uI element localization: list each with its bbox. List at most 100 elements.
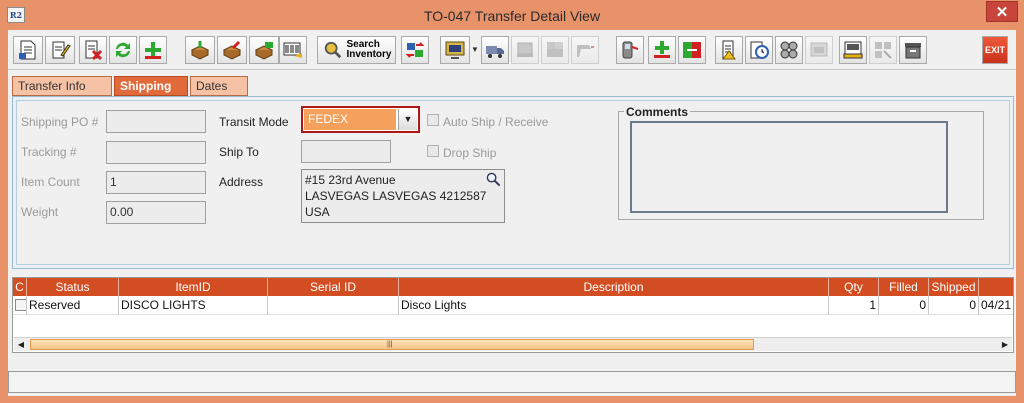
scrollbar-thumb[interactable]: ||| <box>30 339 754 350</box>
transfer-icon <box>405 42 425 58</box>
window-title: TO-047 Transfer Detail View <box>423 8 601 24</box>
exit-button[interactable]: EXIT <box>982 36 1008 64</box>
auto-ship-checkbox[interactable] <box>427 114 439 126</box>
scanner-icon <box>577 45 594 57</box>
close-button[interactable]: ✕ <box>986 1 1018 22</box>
display-dropdown-arrow[interactable]: ▼ <box>471 36 479 64</box>
print-box-button[interactable] <box>249 36 279 64</box>
column-header-filled[interactable]: Filled <box>879 278 929 296</box>
truck-button[interactable] <box>481 36 509 64</box>
column-header-status[interactable]: Status <box>27 278 119 296</box>
pallet-stack-icon <box>547 42 563 57</box>
new-document-icon <box>19 40 36 60</box>
search-inventory-icon <box>325 41 342 59</box>
column-header-qty[interactable]: Qty <box>829 278 879 296</box>
column-header-shipped[interactable]: Shipped <box>929 278 979 296</box>
drop-ship-checkbox[interactable] <box>427 145 439 157</box>
address-line-1: #15 23rd Avenue <box>305 173 396 187</box>
tab-dates[interactable]: Dates <box>190 76 248 96</box>
comments-textarea[interactable] <box>630 121 948 213</box>
grid-select-icon <box>875 42 892 59</box>
column-header-c[interactable]: C <box>13 278 27 296</box>
grid-select-button[interactable] <box>869 36 897 64</box>
items-grid: C Status ItemID Serial ID Description Qt… <box>12 277 1014 353</box>
scroll-left-icon[interactable]: ◀ <box>14 338 28 351</box>
barcode-button[interactable] <box>279 36 307 64</box>
search-icon[interactable] <box>486 172 501 187</box>
search-inventory-button[interactable]: Search Inventory <box>317 36 396 64</box>
item-count-field[interactable]: 1 <box>106 171 206 194</box>
chevron-down-icon[interactable]: ▼ <box>398 109 417 130</box>
row-checkbox-cell[interactable] <box>13 296 27 315</box>
warning-doc-icon <box>722 40 736 60</box>
row-checkbox[interactable] <box>15 299 26 311</box>
edit-document-button[interactable] <box>45 36 75 64</box>
schedule-button[interactable] <box>745 36 773 64</box>
swap-button[interactable] <box>678 36 706 64</box>
transit-mode-select[interactable]: FEDEX ▼ <box>301 106 420 133</box>
horizontal-scrollbar[interactable]: ◀ ||| ▶ <box>14 337 1012 351</box>
item-count-label: Item Count <box>21 175 80 189</box>
pallet-icon <box>517 42 533 57</box>
drop-ship-label: Drop Ship <box>443 146 497 160</box>
archive-button[interactable] <box>899 36 927 64</box>
barcode-icon <box>283 42 302 58</box>
delete-document-button[interactable] <box>79 36 107 64</box>
split-add-button[interactable] <box>648 36 676 64</box>
table-row[interactable]: Reserved DISCO LIGHTS Disco Lights 1 0 0… <box>13 296 1013 315</box>
scanner-button[interactable] <box>571 36 599 64</box>
scroll-right-icon[interactable]: ▶ <box>998 338 1012 351</box>
cell-shipped: 0 <box>929 296 979 315</box>
ship-to-field[interactable] <box>301 140 391 163</box>
title-bar: R2 TO-047 Transfer Detail View ✕ <box>0 0 1024 30</box>
comments-group: Comments <box>618 105 984 220</box>
pallet-button[interactable] <box>511 36 539 64</box>
receive-box-button[interactable] <box>185 36 215 64</box>
auto-ship-label: Auto Ship / Receive <box>443 115 549 129</box>
weight-field[interactable]: 0.00 <box>106 201 206 224</box>
address-field[interactable]: #15 23rd Avenue LASVEGAS LASVEGAS 421258… <box>301 169 505 223</box>
grid-header: C Status ItemID Serial ID Description Qt… <box>13 278 1013 296</box>
shipping-po-field[interactable] <box>106 110 206 133</box>
weight-label: Weight <box>21 205 59 219</box>
new-document-button[interactable] <box>13 36 43 64</box>
column-header-item-id[interactable]: ItemID <box>119 278 268 296</box>
search-inventory-label-2: Inventory <box>346 49 392 60</box>
truck-icon <box>486 46 504 58</box>
transfer-button[interactable] <box>401 36 429 64</box>
cell-description: Disco Lights <box>399 296 829 315</box>
warning-doc-button[interactable] <box>715 36 743 64</box>
schedule-icon <box>750 41 769 59</box>
receive-box-icon <box>190 41 210 60</box>
shipping-form: Shipping PO # Tracking # Item Count 1 We… <box>16 100 1010 265</box>
ship-to-label: Ship To <box>219 145 259 159</box>
swap-icon <box>683 42 701 58</box>
add-button[interactable] <box>139 36 167 64</box>
tab-transfer-info[interactable]: Transfer Info <box>12 76 112 96</box>
delete-document-icon <box>85 40 103 61</box>
comments-label: Comments <box>624 105 691 119</box>
column-header-overflow <box>979 278 1013 296</box>
transit-mode-label: Transit Mode <box>219 115 289 129</box>
shipping-panel: Shipping PO # Tracking # Item Count 1 We… <box>12 96 1014 269</box>
address-label: Address <box>219 175 264 189</box>
archive-icon <box>905 43 921 59</box>
shipping-po-label: Shipping PO # <box>21 115 99 129</box>
address-line-3: USA <box>305 205 330 219</box>
refresh-button[interactable] <box>109 36 137 64</box>
tracking-field[interactable] <box>106 141 206 164</box>
pallet-stack-button[interactable] <box>541 36 569 64</box>
print-preview-button[interactable] <box>839 36 867 64</box>
add-icon <box>145 42 161 59</box>
disabled-window-button[interactable] <box>805 36 833 64</box>
ship-box-button[interactable] <box>217 36 247 64</box>
disabled-window-icon <box>810 42 828 57</box>
column-header-description[interactable]: Description <box>399 278 829 296</box>
group-button[interactable] <box>775 36 803 64</box>
tab-shipping[interactable]: Shipping <box>114 76 188 96</box>
column-header-serial-id[interactable]: Serial ID <box>268 278 399 296</box>
cell-date: 04/21 <box>979 296 1013 315</box>
display-button[interactable] <box>440 36 470 64</box>
client-area: Search Inventory ▼ EXIT Transfer Info Sh… <box>8 30 1016 396</box>
handheld-scanner-button[interactable] <box>616 36 644 64</box>
